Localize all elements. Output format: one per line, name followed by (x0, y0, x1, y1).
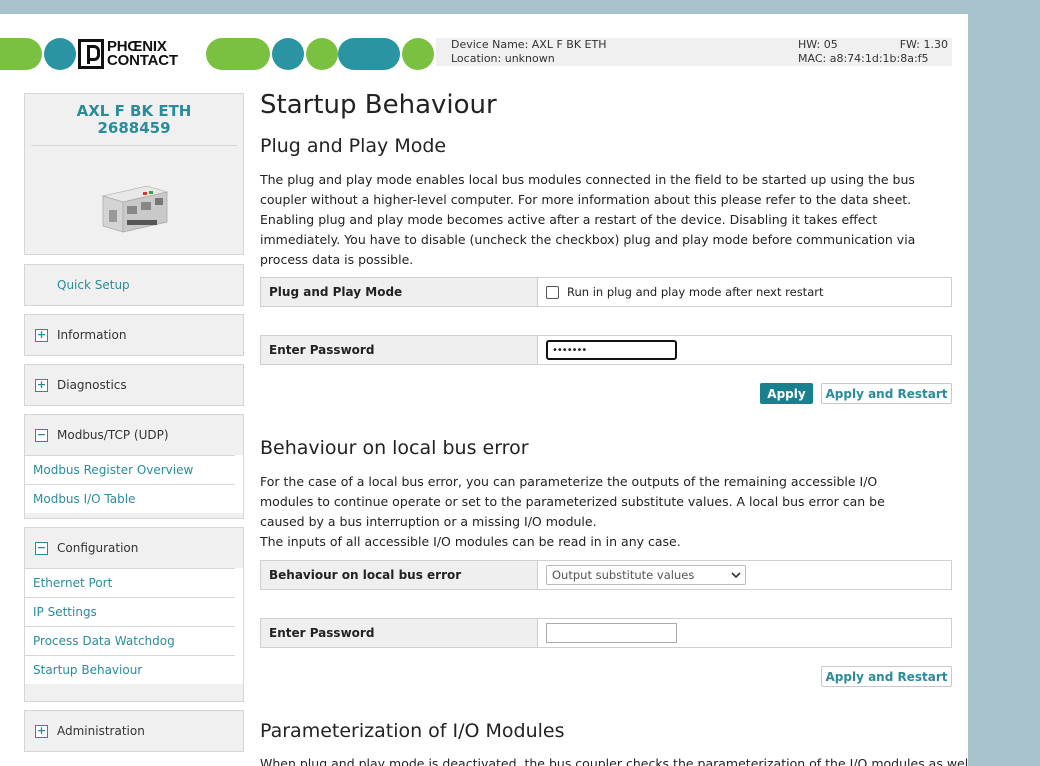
logo-bar: PHŒNIX CONTACT (0, 38, 440, 70)
collapse-icon[interactable]: − (35, 541, 48, 555)
device-name: Device Name: AXL F BK ETH (451, 38, 607, 51)
plug-and-play-row: Plug and Play Mode Run in plug and play … (260, 277, 952, 307)
nav-diagnostics-label: Diagnostics (57, 378, 127, 392)
nav-quick-setup-card: Quick Setup (24, 264, 244, 306)
browser-background (0, 0, 1040, 14)
nav-diagnostics-card: + Diagnostics (24, 364, 244, 406)
expand-icon[interactable]: + (35, 378, 48, 392)
device-info-bar: Device Name: AXL F BK ETH Location: unkn… (436, 38, 952, 66)
parameterization-description: When plug and play mode is deactivated, … (260, 756, 968, 766)
nav-link-startup-behaviour[interactable]: Startup Behaviour (25, 655, 235, 684)
logo-green-dot (402, 38, 434, 70)
product-name: AXL F BK ETH (76, 102, 192, 120)
nav-link-modbus-io-table[interactable]: Modbus I/O Table (25, 484, 235, 513)
bus-error-select[interactable]: Output substitute values (546, 565, 746, 585)
section-heading-parameterization: Parameterization of I/O Modules (260, 720, 565, 742)
nav-information[interactable]: + Information (25, 315, 243, 355)
nav-modbus-card: − Modbus/TCP (UDP) Modbus Register Overv… (24, 414, 244, 519)
password-label: Enter Password (261, 619, 538, 647)
nav-link-modbus-register-overview[interactable]: Modbus Register Overview (25, 455, 235, 484)
nav-information-label: Information (57, 328, 127, 342)
nav-information-card: + Information (24, 314, 244, 356)
product-number: 2688459 (97, 119, 171, 137)
mac-address: MAC: a8:74:1d:1b:8a:f5 (798, 52, 929, 65)
nav-modbus-label: Modbus/TCP (UDP) (57, 428, 169, 442)
collapse-icon[interactable]: − (35, 428, 48, 442)
password-row-pnp: Enter Password ••••••• (260, 335, 952, 365)
brand-mark-icon (78, 39, 104, 69)
expand-icon[interactable]: + (35, 328, 48, 342)
bus-error-selected-value: Output substitute values (552, 568, 695, 582)
nav-configuration-card: − Configuration Ethernet Port IP Setting… (24, 527, 244, 702)
bus-error-description-inputs: The inputs of all accessible I/O modules… (260, 534, 681, 549)
hw-version: HW: 05 (798, 38, 838, 51)
page-title: Startup Behaviour (260, 90, 497, 120)
nav-administration[interactable]: + Administration (25, 711, 243, 751)
password-label: Enter Password (261, 336, 538, 364)
nav-diagnostics[interactable]: + Diagnostics (25, 365, 243, 405)
bus-error-label: Behaviour on local bus error (261, 561, 538, 589)
product-card: AXL F BK ETH 2688459 (24, 93, 244, 255)
password-field-bus-error[interactable] (546, 623, 677, 643)
apply-and-restart-button-pnp[interactable]: Apply and Restart (821, 383, 952, 404)
divider (31, 145, 237, 146)
nav-modbus[interactable]: − Modbus/TCP (UDP) (25, 415, 243, 455)
apply-button[interactable]: Apply (760, 383, 813, 404)
device-image (101, 185, 169, 233)
password-row-bus-error: Enter Password (260, 618, 952, 648)
apply-and-restart-button-bus-error[interactable]: Apply and Restart (821, 666, 952, 687)
nav-administration-label: Administration (57, 724, 145, 738)
nav-link-process-data-watchdog[interactable]: Process Data Watchdog (25, 626, 235, 655)
nav-quick-setup[interactable]: Quick Setup (25, 265, 243, 305)
plug-and-play-checkbox[interactable] (546, 285, 559, 299)
logo-green-pill (0, 38, 42, 70)
logo-teal-dot (44, 38, 76, 70)
plug-and-play-checkbox-label[interactable]: Run in plug and play mode after next res… (567, 285, 823, 299)
logo-teal-dot (272, 38, 304, 70)
expand-icon[interactable]: + (35, 724, 48, 738)
chevron-down-icon (731, 571, 741, 578)
password-field-pnp[interactable]: ••••••• (546, 340, 677, 360)
logo-green-pill (206, 38, 270, 70)
section-heading-plug-and-play: Plug and Play Mode (260, 135, 447, 157)
nav-configuration[interactable]: − Configuration (25, 528, 243, 568)
bus-error-row: Behaviour on local bus error Output subs… (260, 560, 952, 590)
brand-line-2: CONTACT (107, 52, 178, 69)
bus-error-description: For the case of a local bus error, you c… (260, 474, 885, 529)
web-page: PHŒNIX CONTACT Device Name: AXL F BK ETH… (0, 14, 968, 766)
fw-version: FW: 1.30 (899, 38, 948, 51)
section-heading-bus-error: Behaviour on local bus error (260, 437, 529, 459)
logo-teal-pill (338, 38, 400, 70)
nav-administration-card: + Administration (24, 710, 244, 752)
nav-link-ethernet-port[interactable]: Ethernet Port (25, 568, 235, 597)
nav-link-ip-settings[interactable]: IP Settings (25, 597, 235, 626)
brand-logo[interactable]: PHŒNIX CONTACT (78, 38, 204, 70)
nav-configuration-label: Configuration (57, 541, 139, 555)
plug-and-play-label: Plug and Play Mode (261, 278, 538, 306)
plug-and-play-description: The plug and play mode enables local bus… (260, 172, 916, 267)
device-location: Location: unknown (451, 52, 555, 65)
logo-green-dot (306, 38, 338, 70)
